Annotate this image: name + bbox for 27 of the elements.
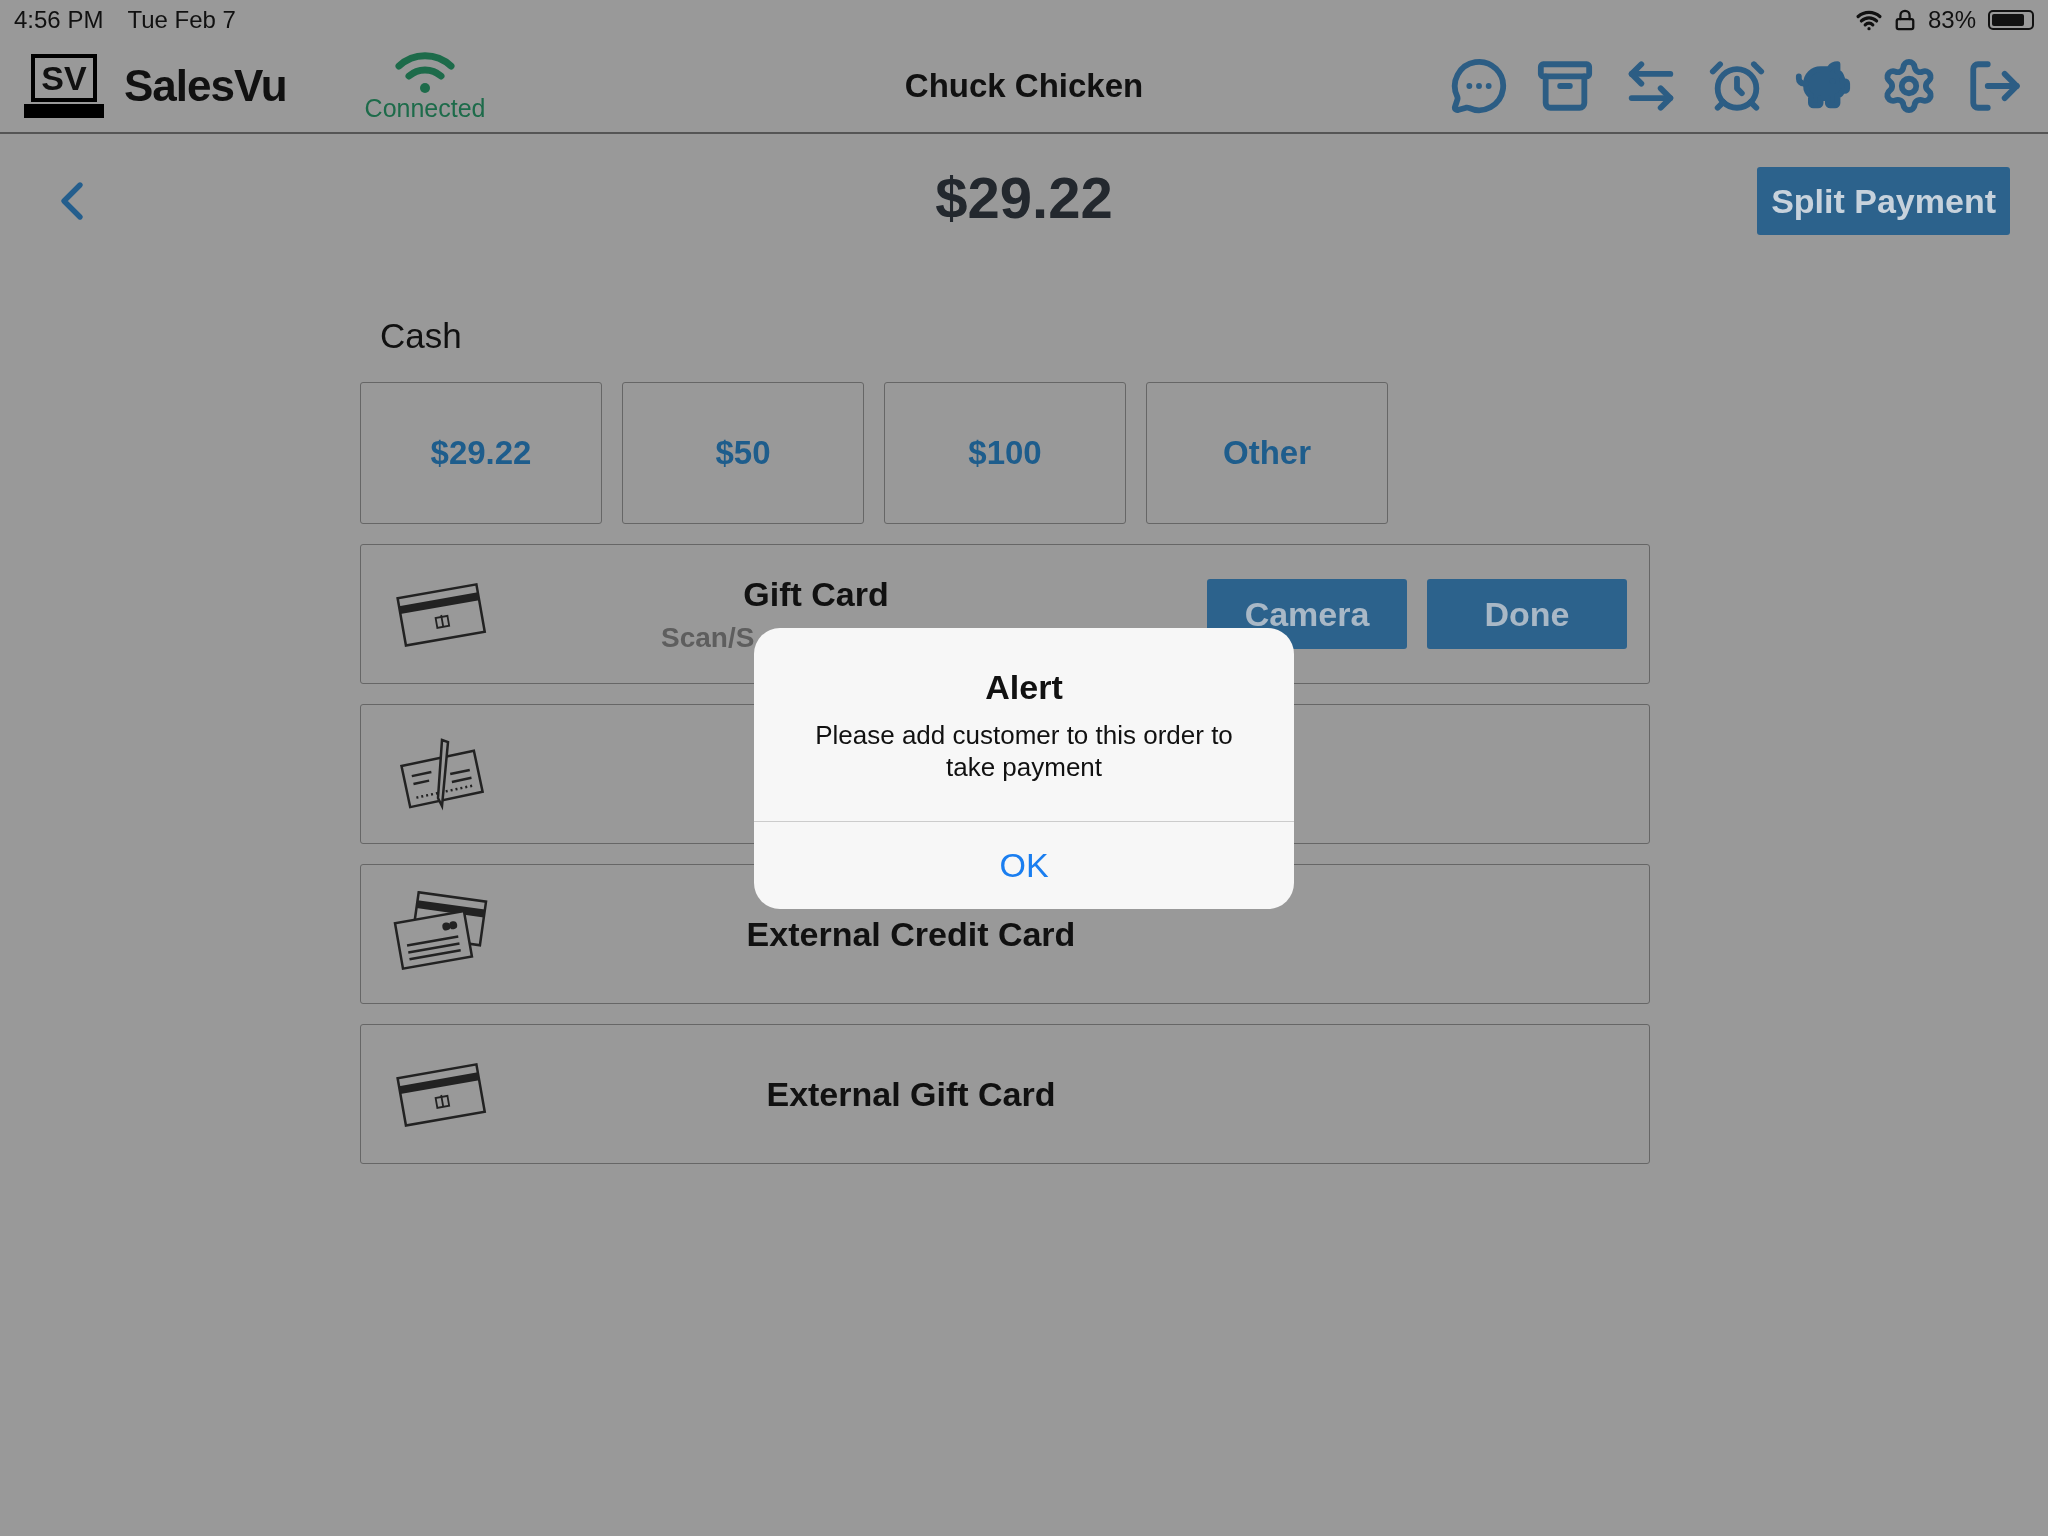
payment-method-row[interactable]: External Gift Card xyxy=(360,1024,1650,1164)
connection-status: Connected xyxy=(364,93,486,123)
cash-amount-button[interactable]: $50 xyxy=(622,382,864,524)
card-hint: Scan/S xyxy=(661,621,755,654)
battery-percent: 83% xyxy=(1927,6,1976,34)
cash-amount-button[interactable]: $29.22 xyxy=(360,382,602,524)
method-label: External Gift Card xyxy=(766,1074,1056,1114)
section-label: Cash xyxy=(380,316,463,356)
split-payment-button[interactable]: Split Payment xyxy=(1757,167,2010,235)
logo-text: SV xyxy=(31,54,97,102)
ok-button[interactable]: OK xyxy=(754,821,1294,909)
battery-icon xyxy=(1988,10,2034,30)
status-date: Tue Feb 7 xyxy=(127,6,236,34)
chat-icon[interactable] xyxy=(1450,57,1508,115)
customer-name: Chuck Chicken xyxy=(904,67,1144,105)
alert-message: Please add customer to this order to take payment xyxy=(814,719,1234,783)
register-base-icon xyxy=(24,104,104,118)
brand-name: SalesVu xyxy=(124,61,287,111)
status-time: 4:56 PM xyxy=(14,6,104,34)
total-amount: $29.22 xyxy=(935,164,1113,231)
action-button[interactable]: Done xyxy=(1427,579,1627,649)
cash-amount-button[interactable]: Other xyxy=(1146,382,1388,524)
cash-amount-button[interactable]: $100 xyxy=(884,382,1126,524)
method-label: External Credit Card xyxy=(746,914,1076,954)
rotation-lock-icon xyxy=(1893,9,1916,31)
method-label: Gift Card xyxy=(743,574,889,614)
wifi-icon xyxy=(395,49,456,94)
